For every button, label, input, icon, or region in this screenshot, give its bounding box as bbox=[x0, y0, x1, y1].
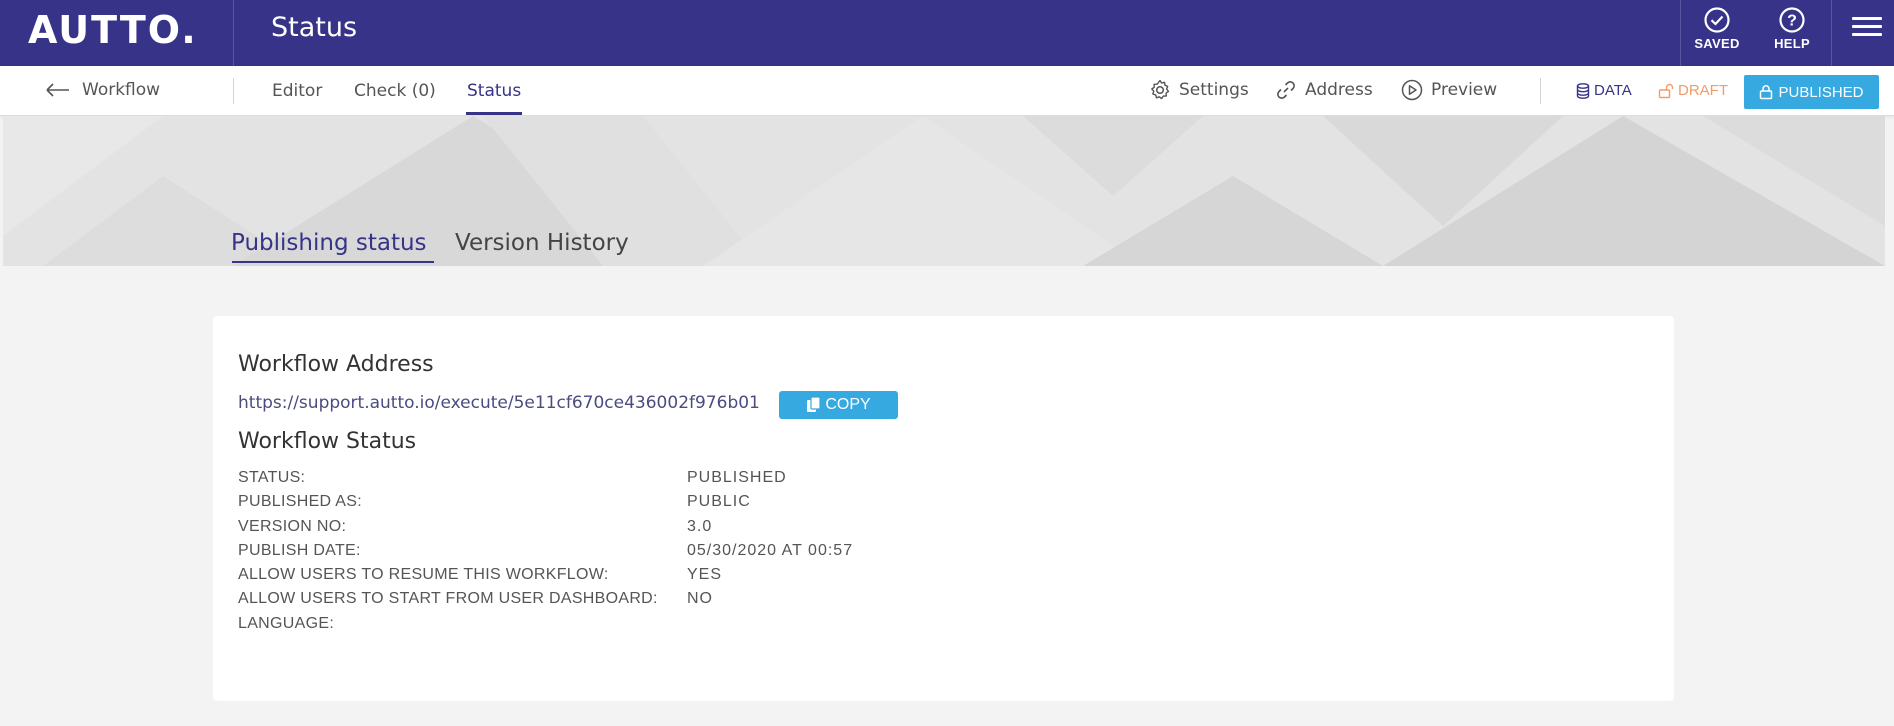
status-key: ALLOW USERS TO START FROM USER DASHBOARD… bbox=[238, 590, 658, 607]
top-bar: AUTTO. Status SAVED ? HELP bbox=[0, 0, 1894, 66]
active-tab-indicator bbox=[232, 261, 434, 263]
active-tab-indicator bbox=[466, 112, 522, 115]
status-key: ALLOW USERS TO RESUME THIS WORKFLOW: bbox=[238, 566, 609, 583]
saved-label: SAVED bbox=[1694, 36, 1740, 51]
hero-banner: Publishing status Version History bbox=[3, 116, 1885, 266]
data-mode-button[interactable]: DATA bbox=[1576, 82, 1632, 99]
workflow-address-heading: Workflow Address bbox=[238, 352, 434, 377]
data-label: DATA bbox=[1594, 82, 1632, 99]
tab-editor[interactable]: Editor bbox=[272, 81, 322, 101]
status-key: STATUS: bbox=[238, 469, 306, 486]
workflow-address-link[interactable]: https://support.autto.io/execute/5e11cf6… bbox=[238, 393, 760, 413]
lock-icon bbox=[1760, 85, 1773, 100]
help-button[interactable]: ? HELP bbox=[1754, 4, 1830, 62]
draft-label: DRAFT bbox=[1678, 82, 1728, 99]
divider bbox=[233, 78, 234, 104]
tab-publishing-status[interactable]: Publishing status bbox=[231, 230, 427, 256]
help-label: HELP bbox=[1774, 36, 1810, 51]
back-to-workflow-link[interactable]: Workflow bbox=[46, 80, 160, 100]
page-title: Status bbox=[271, 12, 358, 43]
unlock-icon bbox=[1658, 83, 1674, 98]
status-value: PUBLIC bbox=[687, 493, 751, 510]
gear-icon bbox=[1151, 79, 1170, 100]
status-value: 3.0 bbox=[687, 518, 713, 535]
status-value: PUBLISHED bbox=[687, 469, 787, 486]
status-key: VERSION NO: bbox=[238, 518, 347, 535]
back-label: Workflow bbox=[82, 80, 161, 100]
tab-check[interactable]: Check (0) bbox=[354, 81, 436, 101]
status-value: NO bbox=[687, 590, 713, 607]
address-label: Address bbox=[1305, 80, 1373, 100]
status-key: LANGUAGE: bbox=[238, 615, 335, 632]
copy-label: COPY bbox=[825, 396, 871, 413]
workflow-status-heading: Workflow Status bbox=[238, 429, 417, 454]
link-icon bbox=[1277, 81, 1295, 99]
check-circle-icon bbox=[1704, 7, 1730, 33]
logo[interactable]: AUTTO. bbox=[28, 8, 198, 52]
settings-button[interactable]: Settings bbox=[1149, 79, 1249, 101]
divider bbox=[1831, 0, 1832, 66]
published-mode-button[interactable]: PUBLISHED bbox=[1744, 75, 1879, 109]
status-key: PUBLISHED AS: bbox=[238, 493, 362, 510]
database-icon bbox=[1576, 82, 1590, 99]
status-value: 05/30/2020 AT 00:57 bbox=[687, 542, 854, 559]
address-button[interactable]: Address bbox=[1275, 79, 1373, 101]
status-value: YES bbox=[687, 566, 723, 583]
preview-button[interactable]: Preview bbox=[1401, 79, 1497, 101]
saved-button[interactable]: SAVED bbox=[1679, 4, 1755, 62]
tab-version-history[interactable]: Version History bbox=[455, 230, 629, 256]
status-card: Workflow Address https://support.autto.i… bbox=[213, 316, 1674, 701]
tab-status[interactable]: Status bbox=[467, 81, 521, 101]
help-icon: ? bbox=[1779, 7, 1805, 33]
published-label: PUBLISHED bbox=[1778, 83, 1864, 101]
copy-button[interactable]: COPY bbox=[779, 391, 898, 419]
copy-icon bbox=[807, 396, 821, 412]
status-key: PUBLISH DATE: bbox=[238, 542, 361, 559]
play-circle-icon bbox=[1401, 79, 1423, 101]
sub-nav: Workflow Editor Check (0) Status Setting… bbox=[0, 66, 1894, 116]
settings-label: Settings bbox=[1179, 80, 1249, 100]
svg-text:?: ? bbox=[1787, 13, 1797, 30]
divider bbox=[233, 0, 234, 66]
hamburger-menu-icon[interactable] bbox=[1852, 12, 1882, 42]
arrow-left-icon bbox=[46, 83, 69, 97]
draft-mode-button[interactable]: DRAFT bbox=[1658, 82, 1728, 99]
preview-label: Preview bbox=[1431, 80, 1498, 100]
divider bbox=[1540, 78, 1541, 104]
